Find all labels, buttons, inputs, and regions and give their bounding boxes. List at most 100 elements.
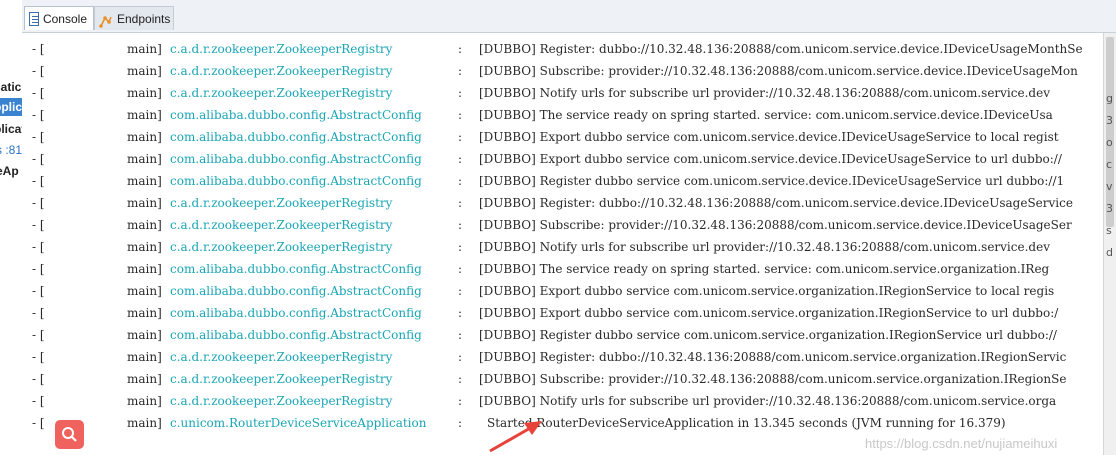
tree-item-label: pplic [0,100,23,114]
logger-name: c.a.d.r.zookeeper.ZookeeperRegistry [170,196,393,210]
overflow-glyph: v [1106,180,1113,193]
line-prefix: - [ [32,152,45,166]
thread-name: main] [127,328,162,342]
tab-console[interactable]: Console [24,6,94,30]
line-prefix: - [ [32,174,45,188]
line-prefix: - [ [32,86,45,100]
line-prefix: - [ [32,350,45,364]
separator: : [458,42,463,56]
log-message: [DUBBO] Export dubbo service com.unicom.… [479,306,1059,320]
log-message: [DUBBO] Notify urls for subscribe url pr… [479,86,1050,100]
tree-item-label: plicat [0,122,22,136]
thread-name: main] [127,372,162,386]
log-message: [DUBBO] Export dubbo service com.unicom.… [479,284,1055,298]
project-explorer-pane: catic pplic plicat s :81 eAp [0,0,23,455]
logger-name: c.unicom.RouterDeviceServiceApplication [170,416,427,430]
line-prefix: - [ [32,64,45,78]
line-prefix: - [ [32,42,45,56]
tree-item[interactable]: s :81 [0,141,22,159]
separator: : [458,196,463,210]
line-prefix: - [ [32,416,45,430]
line-prefix: - [ [32,218,45,232]
thread-name: main] [127,284,162,298]
log-message: [DUBBO] Register: dubbo://10.32.48.136:2… [479,350,1067,364]
logger-name: com.alibaba.dubbo.config.AbstractConfig [170,284,422,298]
tree-item-selected[interactable]: pplic [0,98,22,116]
log-message: [DUBBO] Register dubbo service com.unico… [479,328,1057,342]
line-prefix: - [ [32,130,45,144]
logger-name: c.a.d.r.zookeeper.ZookeeperRegistry [170,240,393,254]
thread-name: main] [127,152,162,166]
line-prefix: - [ [32,108,45,122]
tree-item-label: s :81 [0,143,23,157]
thread-name: main] [127,350,162,364]
tree-item-label: catic [0,80,22,94]
thread-name: main] [127,306,162,320]
logger-name: c.a.d.r.zookeeper.ZookeeperRegistry [170,350,393,364]
overflow-glyph: o [1106,136,1113,149]
separator: : [458,86,463,100]
overflow-glyph: 3 [1106,202,1113,215]
log-message: [DUBBO] Register: dubbo://10.32.48.136:2… [479,42,1083,56]
line-prefix: - [ [32,196,45,210]
tree-item-label: eAp [0,164,19,178]
line-prefix: - [ [32,372,45,386]
scrollbar-thumb[interactable] [1106,37,1114,227]
log-message: [DUBBO] Subscribe: provider://10.32.48.1… [479,64,1078,78]
separator: : [458,350,463,364]
tree-item[interactable]: eAp [0,162,19,180]
console-icon [29,11,39,26]
separator: : [458,218,463,232]
annotation-arrow-icon [489,421,542,453]
tab-label: Endpoints [117,11,171,26]
separator: : [458,240,463,254]
separator: : [458,394,463,408]
separator: : [458,372,463,386]
overflow-glyph: s [1106,224,1112,237]
line-prefix: - [ [32,262,45,276]
console-output[interactable]: - [ main] c.a.d.r.zookeeper.ZookeeperRegis… [22,33,1103,455]
log-message: [DUBBO] Notify urls for subscribe url pr… [479,394,1057,408]
logger-name: c.a.d.r.zookeeper.ZookeeperRegistry [170,218,393,232]
separator: : [458,328,463,342]
tab-endpoints[interactable]: Endpoints [94,6,174,30]
thread-name: main] [127,108,162,122]
tree-item[interactable]: plicat [0,120,22,138]
search-badge[interactable] [55,420,84,449]
tree-item[interactable]: catic [0,78,21,96]
separator: : [458,306,463,320]
log-message: [DUBBO] The service ready on spring star… [479,262,1050,276]
separator: : [458,130,463,144]
search-icon [62,427,77,442]
log-message: [DUBBO] Subscribe: provider://10.32.48.1… [479,372,1067,386]
thread-name: main] [127,174,162,188]
line-prefix: - [ [32,328,45,342]
thread-name: main] [127,130,162,144]
line-prefix: - [ [32,306,45,320]
overflow-glyph: g [1106,92,1113,105]
line-prefix: - [ [32,284,45,298]
overflow-glyph: 3 [1106,114,1113,127]
logger-name: c.a.d.r.zookeeper.ZookeeperRegistry [170,42,393,56]
separator: : [458,174,463,188]
thread-name: main] [127,262,162,276]
thread-name: main] [127,196,162,210]
logger-name: com.alibaba.dubbo.config.AbstractConfig [170,306,422,320]
log-message: [DUBBO] Subscribe: provider://10.32.48.1… [479,218,1072,232]
logger-name: com.alibaba.dubbo.config.AbstractConfig [170,152,422,166]
overflow-glyph: d [1106,246,1113,259]
logger-name: com.alibaba.dubbo.config.AbstractConfig [170,130,422,144]
log-message: [DUBBO] Register: dubbo://10.32.48.136:2… [479,196,1073,210]
logger-name: c.a.d.r.zookeeper.ZookeeperRegistry [170,86,393,100]
log-message: [DUBBO] Register dubbo service com.unico… [479,174,1065,188]
view-tab-bar: Console Endpoints [22,0,1116,33]
thread-name: main] [127,240,162,254]
thread-name: main] [127,64,162,78]
thread-name: main] [127,394,162,408]
endpoints-icon [99,12,113,28]
log-message: [DUBBO] Export dubbo service com.unicom.… [479,130,1059,144]
logger-name: c.a.d.r.zookeeper.ZookeeperRegistry [170,394,393,408]
watermark: https://blog.csdn.net/nujiameihuxi [865,436,1058,451]
line-prefix: - [ [32,394,45,408]
separator: : [458,108,463,122]
